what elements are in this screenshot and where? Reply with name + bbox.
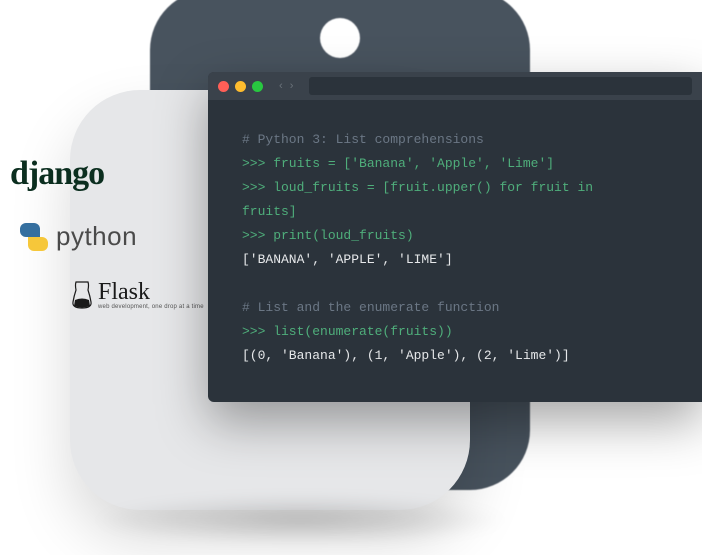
address-bar[interactable] [309, 77, 692, 95]
terminal-titlebar: ‹ › [208, 72, 702, 100]
maximize-icon[interactable] [252, 81, 263, 92]
ground-shadow [90, 495, 510, 545]
minimize-icon[interactable] [235, 81, 246, 92]
code-line: >>> fruits = ['Banana', 'Apple', 'Lime'] [242, 152, 668, 176]
flask-icon [70, 280, 94, 310]
code-line: fruits] [242, 200, 668, 224]
code-line: >>> print(loud_fruits) [242, 224, 668, 248]
tag-hole [320, 18, 360, 58]
django-logo: django [10, 155, 204, 193]
code-line: >>> list(enumerate(fruits)) [242, 320, 668, 344]
flask-tagline: web development, one drop at a time [98, 304, 204, 310]
flask-logo: Flask web development, one drop at a tim… [10, 280, 204, 310]
flask-wordmark: Flask [98, 280, 204, 304]
close-icon[interactable] [218, 81, 229, 92]
python-logo: python [10, 221, 204, 252]
code-line [242, 272, 668, 296]
nav-arrows-icon[interactable]: ‹ › [279, 80, 295, 92]
terminal-window: ‹ › # Python 3: List comprehensions>>> f… [208, 72, 702, 402]
code-line: [(0, 'Banana'), (1, 'Apple'), (2, 'Lime'… [242, 344, 668, 368]
code-line: # List and the enumerate function [242, 296, 668, 320]
python-wordmark: python [56, 221, 137, 252]
tech-logos: django python Flask web development, one… [10, 155, 204, 310]
python-icon [20, 223, 48, 251]
code-line: ['BANANA', 'APPLE', 'LIME'] [242, 248, 668, 272]
code-line: >>> loud_fruits = [fruit.upper() for fru… [242, 176, 668, 200]
code-area: # Python 3: List comprehensions>>> fruit… [208, 100, 702, 402]
code-line: # Python 3: List comprehensions [242, 128, 668, 152]
